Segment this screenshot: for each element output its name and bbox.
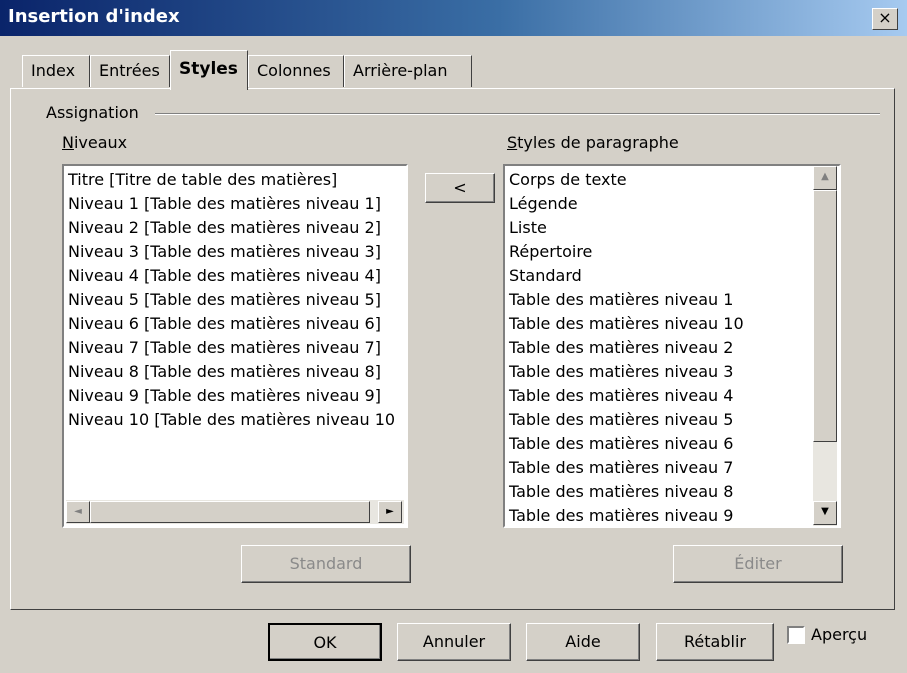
standard-button[interactable]: Standard xyxy=(241,545,411,583)
styles-listbox[interactable]: Corps de texte Légende Liste Répertoire … xyxy=(503,164,841,528)
list-item[interactable]: Niveau 4 [Table des matières niveau 4] xyxy=(64,264,406,288)
reset-button[interactable]: Rétablir xyxy=(656,623,774,661)
tab-styles[interactable]: Styles xyxy=(170,50,248,90)
list-item[interactable]: Table des matières niveau 2 xyxy=(505,336,839,360)
tab-index[interactable]: Index xyxy=(22,55,90,87)
tab-colonnes[interactable]: Colonnes xyxy=(248,55,344,87)
preview-label[interactable]: Aperçu xyxy=(811,625,867,644)
cancel-button[interactable]: Annuler xyxy=(397,623,511,661)
list-item[interactable]: Niveau 1 [Table des matières niveau 1] xyxy=(64,192,406,216)
levels-label-rest: iveaux xyxy=(73,133,128,152)
list-item[interactable]: Niveau 3 [Table des matières niveau 3] xyxy=(64,240,406,264)
list-item[interactable]: Table des matières niveau 9 xyxy=(505,504,839,526)
edit-button[interactable]: Éditer xyxy=(673,545,843,583)
tab-entrees[interactable]: Entrées xyxy=(90,55,170,87)
list-item[interactable]: Niveau 6 [Table des matières niveau 6] xyxy=(64,312,406,336)
list-item[interactable]: Table des matières niveau 6 xyxy=(505,432,839,456)
preview-checkbox[interactable] xyxy=(787,626,805,644)
levels-listbox[interactable]: Titre [Titre de table des matières] Nive… xyxy=(62,164,408,528)
help-button[interactable]: Aide xyxy=(526,623,640,661)
list-item[interactable]: Table des matières niveau 3 xyxy=(505,360,839,384)
assignation-group-label: Assignation xyxy=(46,103,139,122)
list-item[interactable]: Titre [Titre de table des matières] xyxy=(64,168,406,192)
scroll-right-icon[interactable]: ► xyxy=(378,501,402,523)
list-item[interactable]: Répertoire xyxy=(505,240,839,264)
assign-button[interactable]: < xyxy=(425,173,495,203)
list-item[interactable]: Liste xyxy=(505,216,839,240)
styles-vscroll-thumb[interactable] xyxy=(813,190,837,442)
scroll-down-icon[interactable]: ▼ xyxy=(813,501,837,525)
list-item[interactable]: Standard xyxy=(505,264,839,288)
list-item[interactable]: Niveau 7 [Table des matières niveau 7] xyxy=(64,336,406,360)
levels-hscroll-thumb[interactable] xyxy=(90,501,370,523)
list-item[interactable]: Légende xyxy=(505,192,839,216)
styles-label: Styles de paragraphe xyxy=(507,133,679,152)
levels-label: Niveaux xyxy=(62,133,128,152)
list-item[interactable]: Niveau 8 [Table des matières niveau 8] xyxy=(64,360,406,384)
list-item[interactable]: Table des matières niveau 1 xyxy=(505,288,839,312)
list-item[interactable]: Table des matières niveau 7 xyxy=(505,456,839,480)
tab-arriere-plan[interactable]: Arrière-plan xyxy=(344,55,472,87)
styles-label-rest: tyles de paragraphe xyxy=(517,133,679,152)
list-item[interactable]: Niveau 9 [Table des matières niveau 9] xyxy=(64,384,406,408)
list-item[interactable]: Niveau 10 [Table des matières niveau 10 xyxy=(64,408,406,432)
scroll-left-icon[interactable]: ◄ xyxy=(66,501,90,523)
ok-button[interactable]: OK xyxy=(268,623,382,661)
scroll-up-icon[interactable]: ▲ xyxy=(813,166,837,190)
list-item[interactable]: Table des matières niveau 5 xyxy=(505,408,839,432)
window-title: Insertion d'index xyxy=(8,6,180,27)
list-item[interactable]: Corps de texte xyxy=(505,168,839,192)
list-item[interactable]: Table des matières niveau 10 xyxy=(505,312,839,336)
list-item[interactable]: Table des matières niveau 4 xyxy=(505,384,839,408)
list-item[interactable]: Niveau 5 [Table des matières niveau 5] xyxy=(64,288,406,312)
list-item[interactable]: Niveau 2 [Table des matières niveau 2] xyxy=(64,216,406,240)
close-button[interactable]: × xyxy=(872,8,898,30)
group-divider xyxy=(155,113,880,115)
list-item[interactable]: Table des matières niveau 8 xyxy=(505,480,839,504)
